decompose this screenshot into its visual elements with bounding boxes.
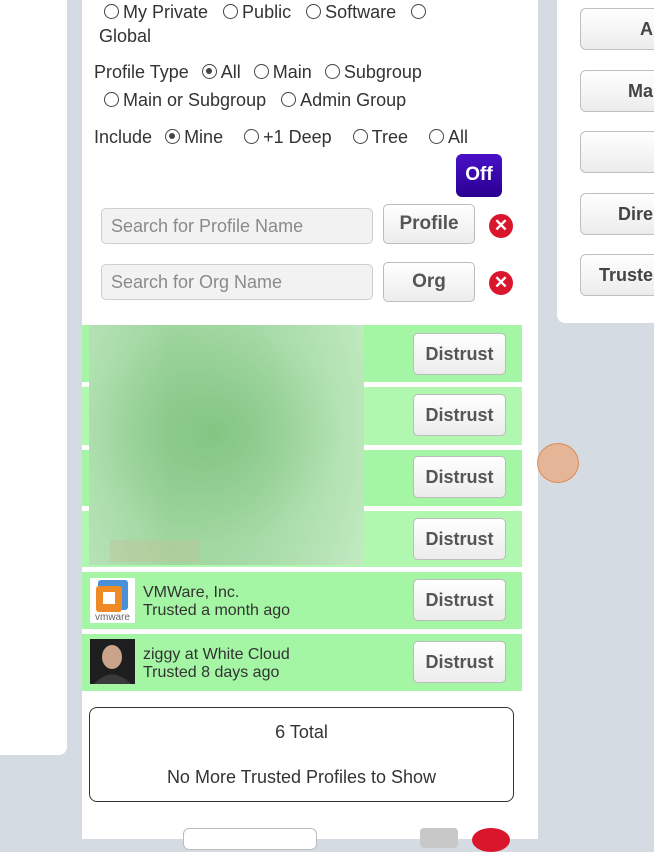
distrust-button[interactable]: Distrust [413, 333, 506, 375]
org-search-button[interactable]: Org [383, 262, 475, 302]
radio-main-or-subgroup[interactable]: Main or Subgroup [104, 90, 266, 110]
radio-circle[interactable] [253, 64, 269, 79]
radio-admin-group[interactable]: Admin Group [281, 90, 406, 110]
radio-main[interactable]: Main [253, 62, 312, 82]
org-name-search-input[interactable] [101, 264, 373, 300]
clear-profile-search-icon[interactable]: ✕ [489, 214, 513, 238]
include-filter: Include Mine +1 Deep Tree All [94, 127, 468, 148]
radio-mine[interactable]: Mine [165, 127, 223, 147]
radio-label: Subgroup [343, 62, 422, 82]
radio-circle[interactable] [281, 92, 297, 107]
include-label: Include [94, 127, 153, 147]
profile-name-search-input[interactable] [101, 208, 373, 244]
vmware-logo-text: vmware [94, 612, 130, 623]
distrust-button[interactable]: Distrust [413, 394, 506, 436]
total-count: 6 Total [275, 722, 328, 742]
right-button-4[interactable]: Dire [580, 193, 654, 235]
profile-search-button[interactable]: Profile [383, 204, 475, 244]
redacted-profiles-image [89, 325, 364, 565]
profile-name[interactable]: ziggy at White Cloud [143, 646, 290, 664]
radio-all-type[interactable]: All [201, 62, 241, 82]
radio-global-circle[interactable] [411, 2, 430, 22]
profile-type-filter-2: Main or Subgroup Admin Group [104, 90, 406, 111]
radio-circle[interactable] [104, 4, 119, 19]
summary-box: 6 Total No More Trusted Profiles to Show [89, 707, 514, 802]
radio-label: Public [242, 2, 292, 22]
radio-label: All [220, 62, 241, 82]
trust-status: Trusted 8 days ago [143, 664, 280, 681]
radio-global-label: Global [99, 26, 152, 46]
no-more-message: No More Trusted Profiles to Show [166, 767, 437, 787]
avatar [90, 639, 135, 684]
radio-subgroup[interactable]: Subgroup [324, 62, 422, 82]
profile-name[interactable]: VMWare, Inc. [143, 584, 239, 602]
redacted-profiles-image-stain [110, 540, 200, 562]
bottom-red-icon[interactable] [472, 828, 510, 852]
radio-label: +1 Deep [263, 127, 332, 147]
cursor-indicator [537, 443, 579, 483]
distrust-button[interactable]: Distrust [413, 456, 506, 498]
radio-circle[interactable] [352, 129, 368, 144]
right-button-3[interactable] [580, 131, 654, 173]
radio-circle[interactable] [324, 64, 340, 79]
radio-tree[interactable]: Tree [352, 127, 409, 147]
radio-software[interactable]: Software [306, 2, 396, 22]
toggle-off-button[interactable]: Off [456, 154, 502, 197]
radio-label: Admin Group [300, 90, 407, 110]
radio-label: Main or Subgroup [123, 90, 267, 110]
bottom-gray-icon[interactable] [420, 828, 458, 848]
visibility-filter: My Private Public Software [104, 2, 430, 23]
radio-my-private[interactable]: My Private [104, 2, 208, 22]
radio-label: Tree [371, 127, 409, 147]
radio-circle[interactable] [244, 129, 260, 144]
radio-circle[interactable] [411, 4, 427, 19]
radio-circle[interactable] [306, 4, 322, 19]
clear-org-search-icon[interactable]: ✕ [489, 271, 513, 295]
radio-circle[interactable] [104, 92, 119, 107]
radio-circle[interactable] [201, 64, 217, 79]
radio-label: Main [272, 62, 312, 82]
distrust-button[interactable]: Distrust [413, 641, 506, 683]
radio-label: Mine [184, 127, 224, 147]
profile-type-filter: Profile Type All Main Subgroup [94, 62, 422, 83]
radio-circle[interactable] [429, 129, 445, 144]
right-button-1[interactable]: A [580, 8, 654, 50]
left-panel [0, 0, 67, 755]
distrust-button[interactable]: Distrust [413, 518, 506, 560]
radio-label: Software [325, 2, 397, 22]
radio-label: All [448, 127, 469, 147]
radio-all-include[interactable]: All [429, 127, 468, 147]
radio-plus-one-deep[interactable]: +1 Deep [244, 127, 332, 147]
right-button-2[interactable]: Ma [580, 70, 654, 112]
bottom-button[interactable] [183, 828, 317, 850]
trust-status: Trusted a month ago [143, 602, 291, 619]
distrust-button[interactable]: Distrust [413, 579, 506, 621]
radio-label: My Private [123, 2, 209, 22]
profile-type-label: Profile Type [94, 62, 189, 82]
radio-circle[interactable] [223, 4, 239, 19]
right-button-5[interactable]: Truste [580, 254, 654, 296]
vmware-logo: vmware [90, 578, 135, 623]
radio-circle[interactable] [165, 129, 181, 144]
radio-public[interactable]: Public [223, 2, 291, 22]
